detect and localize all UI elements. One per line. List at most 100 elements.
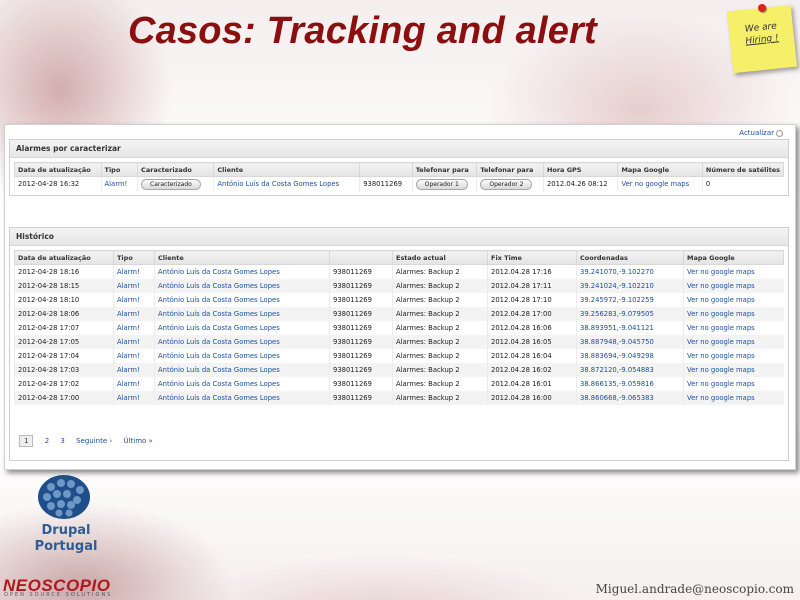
drupal-line-2: Portugal	[34, 539, 98, 554]
history-date: 2012-04-28 18:16	[14, 264, 114, 279]
alarm-map-link[interactable]: Ver no google maps	[617, 176, 703, 191]
history-body: 2012-04-28 18:16 Alarm! António Luís da Co…	[14, 264, 784, 405]
history-coords-link[interactable]: 38.872120,-9.054883	[576, 363, 684, 377]
col-date[interactable]: Data de atualização	[14, 162, 102, 177]
history-map-link[interactable]: Ver no google maps	[683, 307, 784, 321]
neoscopio-tagline: OPEN SOURCE SOLUTIONS	[4, 592, 113, 598]
history-state: Alarmes: Backup 2	[392, 335, 488, 349]
history-state: Alarmes: Backup 2	[392, 349, 488, 363]
col-call-1: Telefonar para	[411, 162, 478, 177]
history-type-link[interactable]: Alarm!	[113, 335, 155, 349]
history-date: 2012-04-28 17:04	[14, 349, 114, 363]
history-map-link[interactable]: Ver no google maps	[683, 377, 784, 391]
history-coords-link[interactable]: 39.241024,-9.102210	[576, 279, 684, 293]
characterize-button[interactable]: Caracterizado	[141, 178, 201, 190]
col-client[interactable]: Cliente	[213, 162, 361, 177]
history-fix-time: 2012.04.28 16:06	[487, 321, 577, 335]
pager-last[interactable]: Último »	[123, 437, 152, 445]
history-type-link[interactable]: Alarm!	[113, 321, 155, 335]
history-map-link[interactable]: Ver no google maps	[683, 335, 784, 349]
history-map-link[interactable]: Ver no google maps	[683, 321, 784, 335]
alarm-type-link[interactable]: Alarm!	[100, 176, 138, 191]
history-type-link[interactable]: Alarm!	[113, 293, 155, 307]
history-state: Alarmes: Backup 2	[392, 293, 488, 307]
history-date: 2012-04-28 18:15	[14, 279, 114, 293]
history-phone: 938011269	[329, 349, 393, 363]
history-coords-link[interactable]: 39.245972,-9.102259	[576, 293, 684, 307]
history-date: 2012-04-28 17:07	[14, 321, 114, 335]
history-header-row: Data de atualização Tipo Cliente Estado …	[14, 250, 784, 265]
history-map-link[interactable]: Ver no google maps	[683, 391, 784, 405]
col-characterized[interactable]: Caracterizado	[137, 162, 215, 177]
history-fix-time: 2012.04.28 17:16	[487, 264, 577, 279]
alarms-table: Data de atualização Tipo Caracterizado C…	[14, 162, 785, 191]
alarm-phone: 938011269	[359, 176, 413, 191]
history-map-link[interactable]: Ver no google maps	[683, 349, 784, 363]
history-type-link[interactable]: Alarm!	[113, 349, 155, 363]
hcol-client[interactable]: Cliente	[154, 250, 330, 265]
history-phone: 938011269	[329, 377, 393, 391]
history-coords-link[interactable]: 39.256283,-9.079505	[576, 307, 684, 321]
pager-next[interactable]: Seguinte ›	[76, 437, 112, 445]
history-client-link[interactable]: António Luís da Costa Gomes Lopes	[154, 293, 330, 307]
history-title: Histórico	[10, 228, 788, 246]
col-gps-time[interactable]: Hora GPS	[542, 162, 619, 177]
history-map-link[interactable]: Ver no google maps	[683, 279, 784, 293]
table-row: 2012-04-28 17:07 Alarm! António Luís da Co…	[14, 321, 784, 335]
contact-email: Miguel.andrade@neoscopio.com	[595, 582, 794, 596]
call-operator-1-button[interactable]: Operador 1	[415, 178, 468, 190]
history-type-link[interactable]: Alarm!	[113, 363, 155, 377]
alarm-date: 2012-04-28 16:32	[14, 176, 102, 191]
history-client-link[interactable]: António Luís da Costa Gomes Lopes	[154, 321, 330, 335]
refresh-icon[interactable]	[776, 129, 783, 137]
history-map-link[interactable]: Ver no google maps	[683, 363, 784, 377]
history-map-link[interactable]: Ver no google maps	[683, 264, 784, 279]
history-client-link[interactable]: António Luís da Costa Gomes Lopes	[154, 377, 330, 391]
history-coords-link[interactable]: 38.860668,-9.065383	[576, 391, 684, 405]
history-type-link[interactable]: Alarm!	[113, 307, 155, 321]
history-date: 2012-04-28 17:05	[14, 335, 114, 349]
history-client-link[interactable]: António Luís da Costa Gomes Lopes	[154, 363, 330, 377]
history-type-link[interactable]: Alarm!	[113, 377, 155, 391]
app-screenshot: Actualizar Alarmes por caracterizar Data…	[4, 124, 796, 470]
history-table: Data de atualização Tipo Cliente Estado …	[14, 250, 784, 405]
alarm-client-link[interactable]: António Luís da Costa Gomes Lopes	[213, 176, 360, 191]
table-row: 2012-04-28 17:03 Alarm! António Luís da Co…	[14, 363, 784, 377]
alarms-header-row: Data de atualização Tipo Caracterizado C…	[14, 162, 785, 177]
alarms-block: Alarmes por caracterizar Data de atualiz…	[9, 139, 789, 196]
hcol-state[interactable]: Estado actual	[392, 250, 488, 265]
refresh-link[interactable]: Actualizar	[739, 129, 783, 137]
pager-page-2[interactable]: 2	[45, 437, 49, 445]
history-client-link[interactable]: António Luís da Costa Gomes Lopes	[154, 349, 330, 363]
hcol-coords[interactable]: Coordenadas	[576, 250, 684, 265]
history-client-link[interactable]: António Luís da Costa Gomes Lopes	[154, 279, 330, 293]
history-client-link[interactable]: António Luís da Costa Gomes Lopes	[154, 335, 330, 349]
history-fix-time: 2012.04.28 17:00	[487, 307, 577, 321]
hcol-type[interactable]: Tipo	[113, 250, 155, 265]
history-type-link[interactable]: Alarm!	[113, 391, 155, 405]
pager-current: 1	[19, 435, 34, 447]
hcol-phone	[329, 250, 393, 265]
history-phone: 938011269	[329, 391, 393, 405]
refresh-label[interactable]: Actualizar	[739, 129, 774, 137]
history-client-link[interactable]: António Luís da Costa Gomes Lopes	[154, 264, 330, 279]
history-phone: 938011269	[329, 335, 393, 349]
hcol-fix-time[interactable]: Fix Time	[487, 250, 577, 265]
history-coords-link[interactable]: 38.866135,-9.059816	[576, 377, 684, 391]
pushpin-icon	[758, 4, 766, 12]
history-coords-link[interactable]: 38.887948,-9.045750	[576, 335, 684, 349]
history-map-link[interactable]: Ver no google maps	[683, 293, 784, 307]
history-client-link[interactable]: António Luís da Costa Gomes Lopes	[154, 307, 330, 321]
call-operator-2-button[interactable]: Operador 2	[480, 178, 533, 190]
history-coords-link[interactable]: 38.893951,-9.041121	[576, 321, 684, 335]
history-type-link[interactable]: Alarm!	[113, 279, 155, 293]
pager-page-3[interactable]: 3	[60, 437, 64, 445]
col-type[interactable]: Tipo	[100, 162, 139, 177]
history-type-link[interactable]: Alarm!	[113, 264, 155, 279]
history-coords-link[interactable]: 38.883694,-9.049298	[576, 349, 684, 363]
history-client-link[interactable]: António Luís da Costa Gomes Lopes	[154, 391, 330, 405]
col-satellites[interactable]: Número de satélites	[701, 162, 785, 177]
history-coords-link[interactable]: 39.241070,-9.102270	[576, 264, 684, 279]
table-row: 2012-04-28 18:10 Alarm! António Luís da Co…	[14, 293, 784, 307]
hcol-date[interactable]: Data de atualização	[14, 250, 114, 265]
